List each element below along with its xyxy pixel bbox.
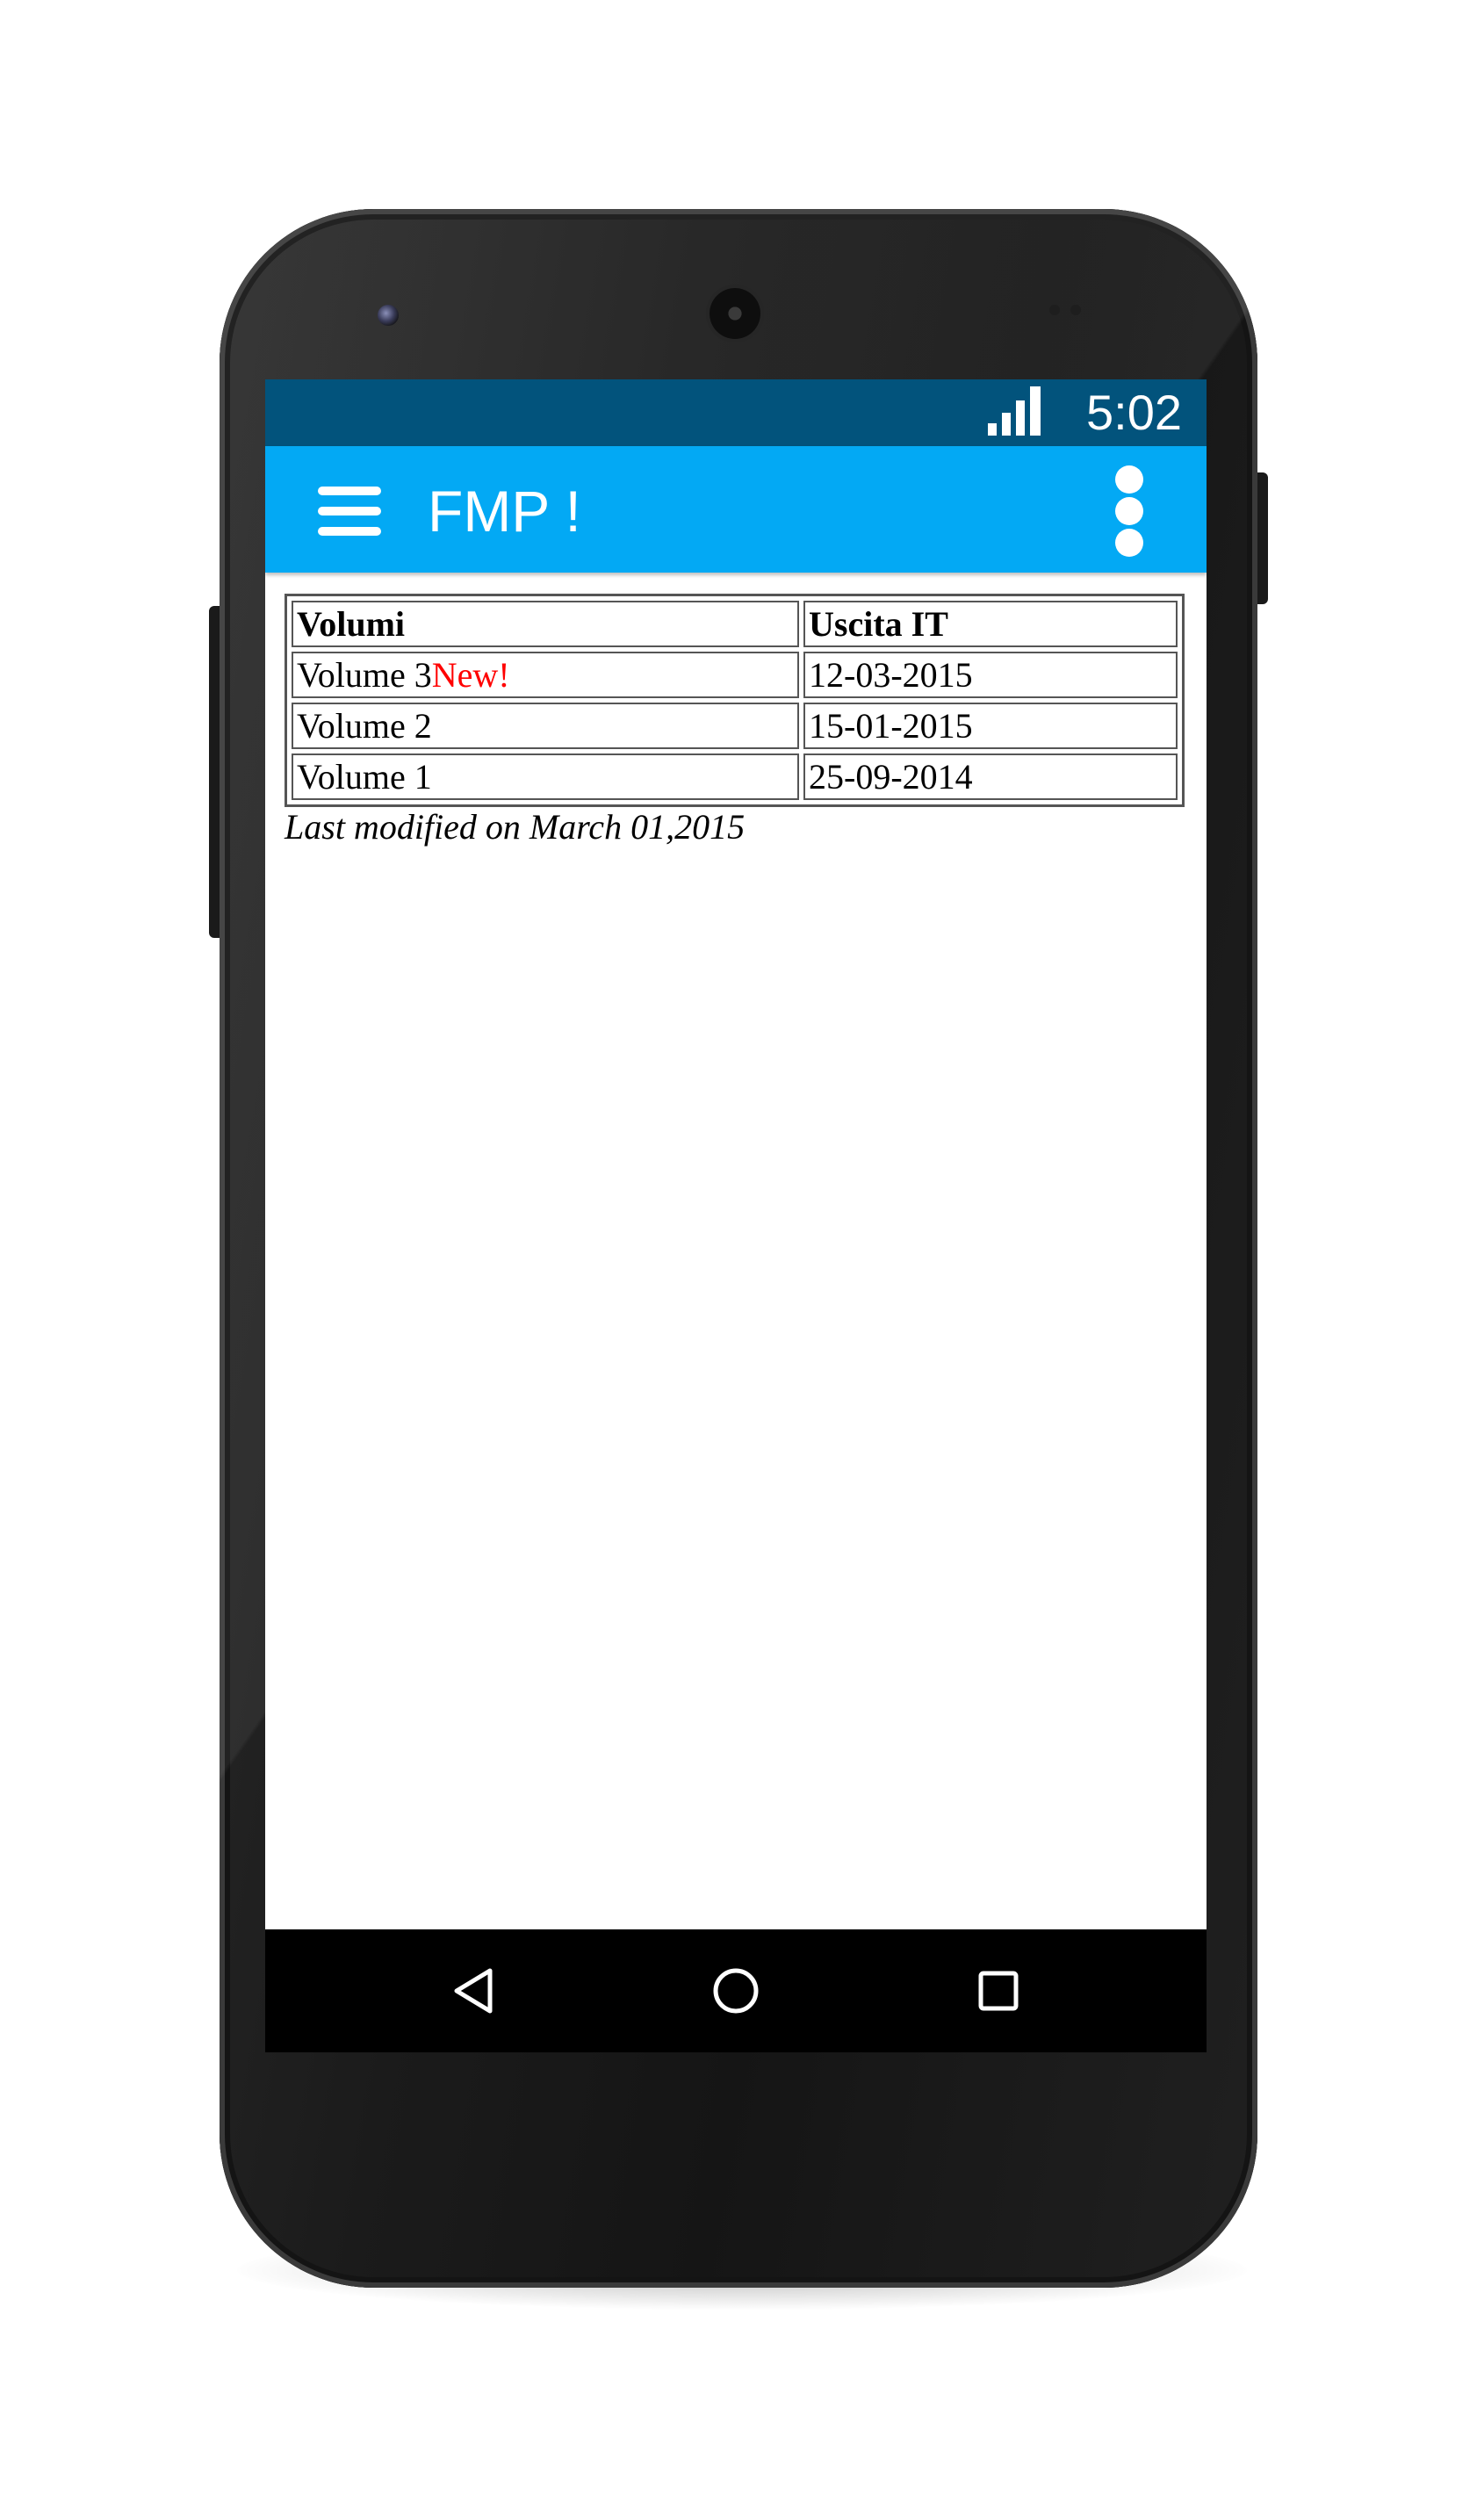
volumes-table: Volumi Uscita IT Volume 3New! 12-03-2015… (285, 594, 1185, 807)
table-row: Volume 3New! 12-03-2015 (292, 652, 1178, 698)
new-badge: New! (431, 655, 510, 695)
last-modified-note: Last modified on March 01,2015 (285, 807, 746, 847)
navigation-bar (265, 1929, 1207, 2052)
table-row: Volume 1 25-09-2014 (292, 753, 1178, 800)
column-header-uscita: Uscita IT (803, 601, 1178, 647)
volume-cell: Volume 1 (292, 753, 799, 800)
front-camera (1049, 305, 1102, 317)
recents-square-icon[interactable] (972, 1965, 1025, 2017)
back-triangle-icon[interactable] (450, 1965, 502, 2017)
home-circle-icon[interactable] (710, 1965, 762, 2017)
front-sensor (378, 305, 399, 326)
volume-name: Volume 3 (297, 655, 432, 695)
web-content: Volumi Uscita IT Volume 3New! 12-03-2015… (285, 594, 1189, 847)
app-bar: FMP ! (265, 446, 1207, 573)
volume-name: Volume 1 (297, 757, 432, 797)
power-button (1256, 472, 1268, 604)
app-title: FMP ! (428, 479, 581, 544)
column-header-volumi: Volumi (292, 601, 799, 647)
volume-cell: Volume 2 (292, 703, 799, 749)
table-row: Volume 2 15-01-2015 (292, 703, 1178, 749)
hamburger-menu-icon[interactable] (318, 487, 381, 536)
release-date-cell: 25-09-2014 (803, 753, 1178, 800)
page: 5:02 FMP ! Volumi Uscita IT Volume 3New!… (0, 0, 1484, 2509)
release-date-cell: 12-03-2015 (803, 652, 1178, 698)
status-bar: 5:02 (265, 379, 1207, 446)
status-time: 5:02 (1086, 385, 1182, 440)
cellular-signal-icon (988, 386, 1041, 436)
volume-cell: Volume 3New! (292, 652, 799, 698)
table-header-row: Volumi Uscita IT (292, 601, 1178, 647)
release-date-cell: 15-01-2015 (803, 703, 1178, 749)
phone-screen: 5:02 FMP ! Volumi Uscita IT Volume 3New!… (265, 379, 1207, 2052)
volume-name: Volume 2 (297, 706, 432, 746)
overflow-menu-icon[interactable] (1115, 465, 1143, 557)
earpiece-speaker (710, 288, 760, 339)
